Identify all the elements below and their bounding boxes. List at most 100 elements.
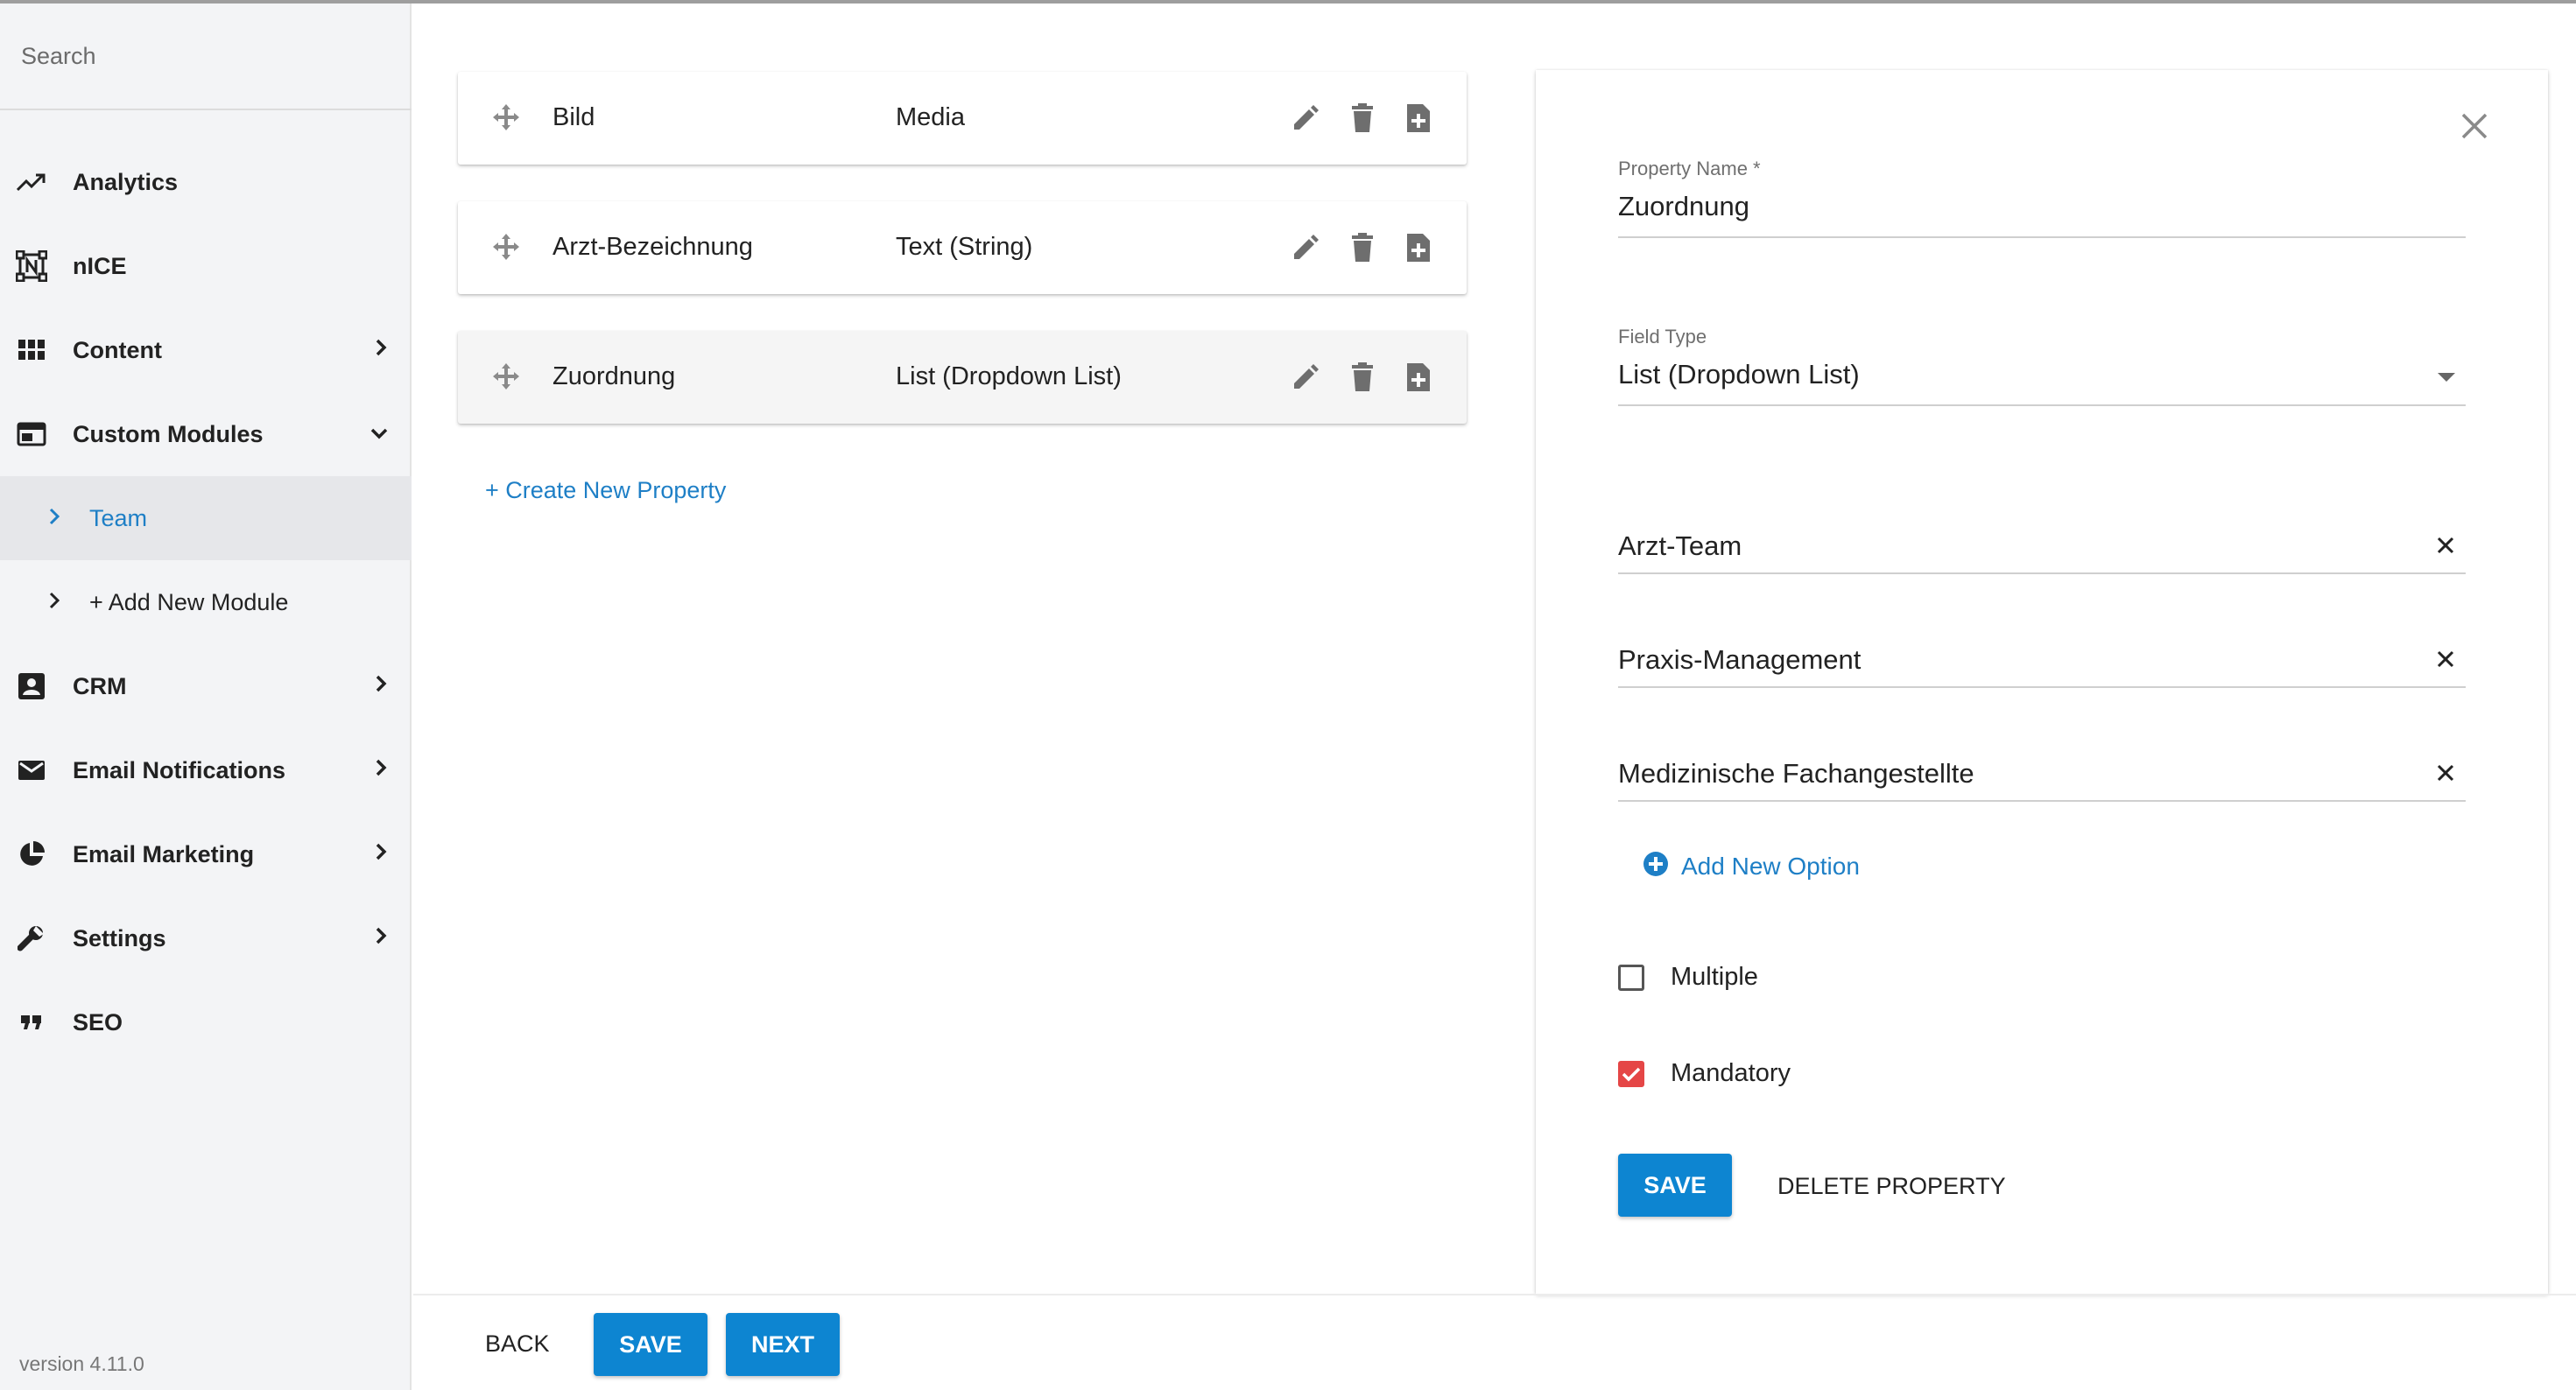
next-button[interactable]: NEXT [726,1313,840,1376]
remove-option-icon[interactable] [2436,649,2455,673]
trash-icon[interactable] [1345,101,1380,136]
property-type: Media [896,103,965,131]
edit-pencil-icon[interactable] [1288,101,1323,136]
checkbox-unchecked[interactable] [1618,964,1644,991]
sidebar-item-label: Email Notifications [73,756,286,783]
chevron-right-icon [49,508,60,530]
add-new-option-button[interactable]: Add New Option [1643,851,1860,881]
sidebar-item-email-notifications[interactable]: Email Notifications [0,728,412,812]
chevron-right-icon [375,926,387,950]
trash-icon[interactable] [1345,230,1380,265]
panel-save-button[interactable]: SAVE [1618,1154,1732,1217]
sidebar-item-analytics[interactable]: Analytics [0,140,412,224]
pie-chart-icon [16,839,47,870]
sidebar-item-nice[interactable]: nICE [0,224,412,308]
dropdown-arrow-icon[interactable] [2438,373,2455,382]
property-name: Arzt-Bezeichnung [553,233,753,261]
contact-card-icon [16,670,47,702]
property-name-label: Property Name * [1618,158,1761,179]
drag-handle-icon[interactable] [491,232,521,266]
checkmark-icon [1622,1067,1641,1081]
remove-option-icon[interactable] [2436,763,2455,787]
property-name: Zuordnung [553,362,676,390]
chevron-right-icon [375,842,387,866]
create-new-property-link[interactable]: + Create New Property [485,477,726,504]
input-underline [1618,800,2466,802]
sidebar-item-label: Custom Modules [73,420,264,447]
edit-pencil-icon[interactable] [1288,230,1323,265]
drag-handle-icon[interactable] [491,362,521,396]
chevron-right-icon [375,758,387,782]
trending-up-icon [16,166,47,198]
web-window-icon [16,418,47,450]
property-type: Text (String) [896,233,1033,261]
multiple-checkbox[interactable]: Multiple [1618,963,1758,992]
property-row[interactable]: Bild Media [458,72,1467,165]
sidebar-item-crm[interactable]: CRM [0,644,412,728]
remove-option-icon[interactable] [2436,536,2455,559]
multiple-label: Multiple [1671,963,1758,991]
add-new-option-label: Add New Option [1681,852,1860,880]
input-underline [1618,236,2466,238]
sidebar-subitem-label: Team [89,504,148,531]
field-type-label: Field Type [1618,326,1707,348]
add-file-icon[interactable] [1401,360,1436,395]
sidebar-item-label: SEO [73,1008,123,1035]
sidebar-item-email-marketing[interactable]: Email Marketing [0,812,412,896]
input-underline [1618,686,2466,688]
property-editor-panel: Property Name * Zuordnung Field Type Lis… [1536,70,2548,1294]
field-type-select[interactable]: List (Dropdown List) [1618,359,1860,390]
sidebar-subitem-label: + Add New Module [89,588,289,615]
property-row-selected[interactable]: Zuordnung List (Dropdown List) [458,331,1467,424]
option-field[interactable]: Medizinische Fachangestellte [1618,758,1974,790]
sidebar-item-label: Settings [73,924,166,951]
sidebar-item-label: Email Marketing [73,840,255,867]
sidebar-nav: Analytics nICE Content Custom Modules Te… [0,140,412,1064]
sidebar-item-label: Analytics [73,168,179,195]
property-row[interactable]: Arzt-Bezeichnung Text (String) [458,201,1467,294]
sidebar-subitem-team[interactable]: Team [0,476,412,560]
sidebar-item-settings[interactable]: Settings [0,896,412,980]
search-bar [0,4,412,110]
chevron-right-icon [375,674,387,698]
back-button[interactable]: BACK [485,1330,550,1358]
frame-icon [16,250,47,282]
sidebar-item-content[interactable]: Content [0,308,412,392]
sidebar-item-label: nICE [73,252,127,279]
sidebar-item-custom-modules[interactable]: Custom Modules [0,392,412,476]
option-field[interactable]: Praxis-Management [1618,644,1861,676]
option-field[interactable]: Arzt-Team [1618,530,1742,562]
search-input[interactable] [21,42,371,70]
grid-icon [16,334,47,366]
mandatory-checkbox[interactable]: Mandatory [1618,1059,1791,1088]
bottom-action-bar: BACK SAVE NEXT [413,1294,2576,1390]
select-underline [1618,404,2466,406]
sidebar: Analytics nICE [0,4,412,1390]
property-name: Bild [553,103,595,131]
mandatory-label: Mandatory [1671,1059,1791,1087]
trash-icon[interactable] [1345,360,1380,395]
save-button[interactable]: SAVE [594,1313,707,1376]
sidebar-item-label: CRM [73,672,127,699]
plus-circle-icon [1643,851,1669,881]
drag-handle-icon[interactable] [491,102,521,137]
version-label: version 4.11.0 [19,1352,144,1375]
sidebar-item-seo[interactable]: SEO [0,980,412,1064]
chevron-right-icon [375,338,387,362]
property-type: List (Dropdown List) [896,362,1122,390]
edit-pencil-icon[interactable] [1288,360,1323,395]
delete-property-button[interactable]: DELETE PROPERTY [1777,1173,2006,1200]
quote-icon [16,1007,47,1038]
close-icon[interactable] [2460,112,2488,144]
add-file-icon[interactable] [1401,230,1436,265]
sidebar-subitem-add-new-module[interactable]: + Add New Module [0,560,412,644]
wrench-icon [16,923,47,954]
add-file-icon[interactable] [1401,101,1436,136]
chevron-down-icon [370,427,389,444]
checkbox-checked[interactable] [1618,1060,1644,1087]
sidebar-item-label: Content [73,336,162,363]
envelope-icon [16,755,47,786]
chevron-right-icon [49,592,60,614]
input-underline [1618,572,2466,574]
property-name-field[interactable]: Zuordnung [1618,191,1749,222]
